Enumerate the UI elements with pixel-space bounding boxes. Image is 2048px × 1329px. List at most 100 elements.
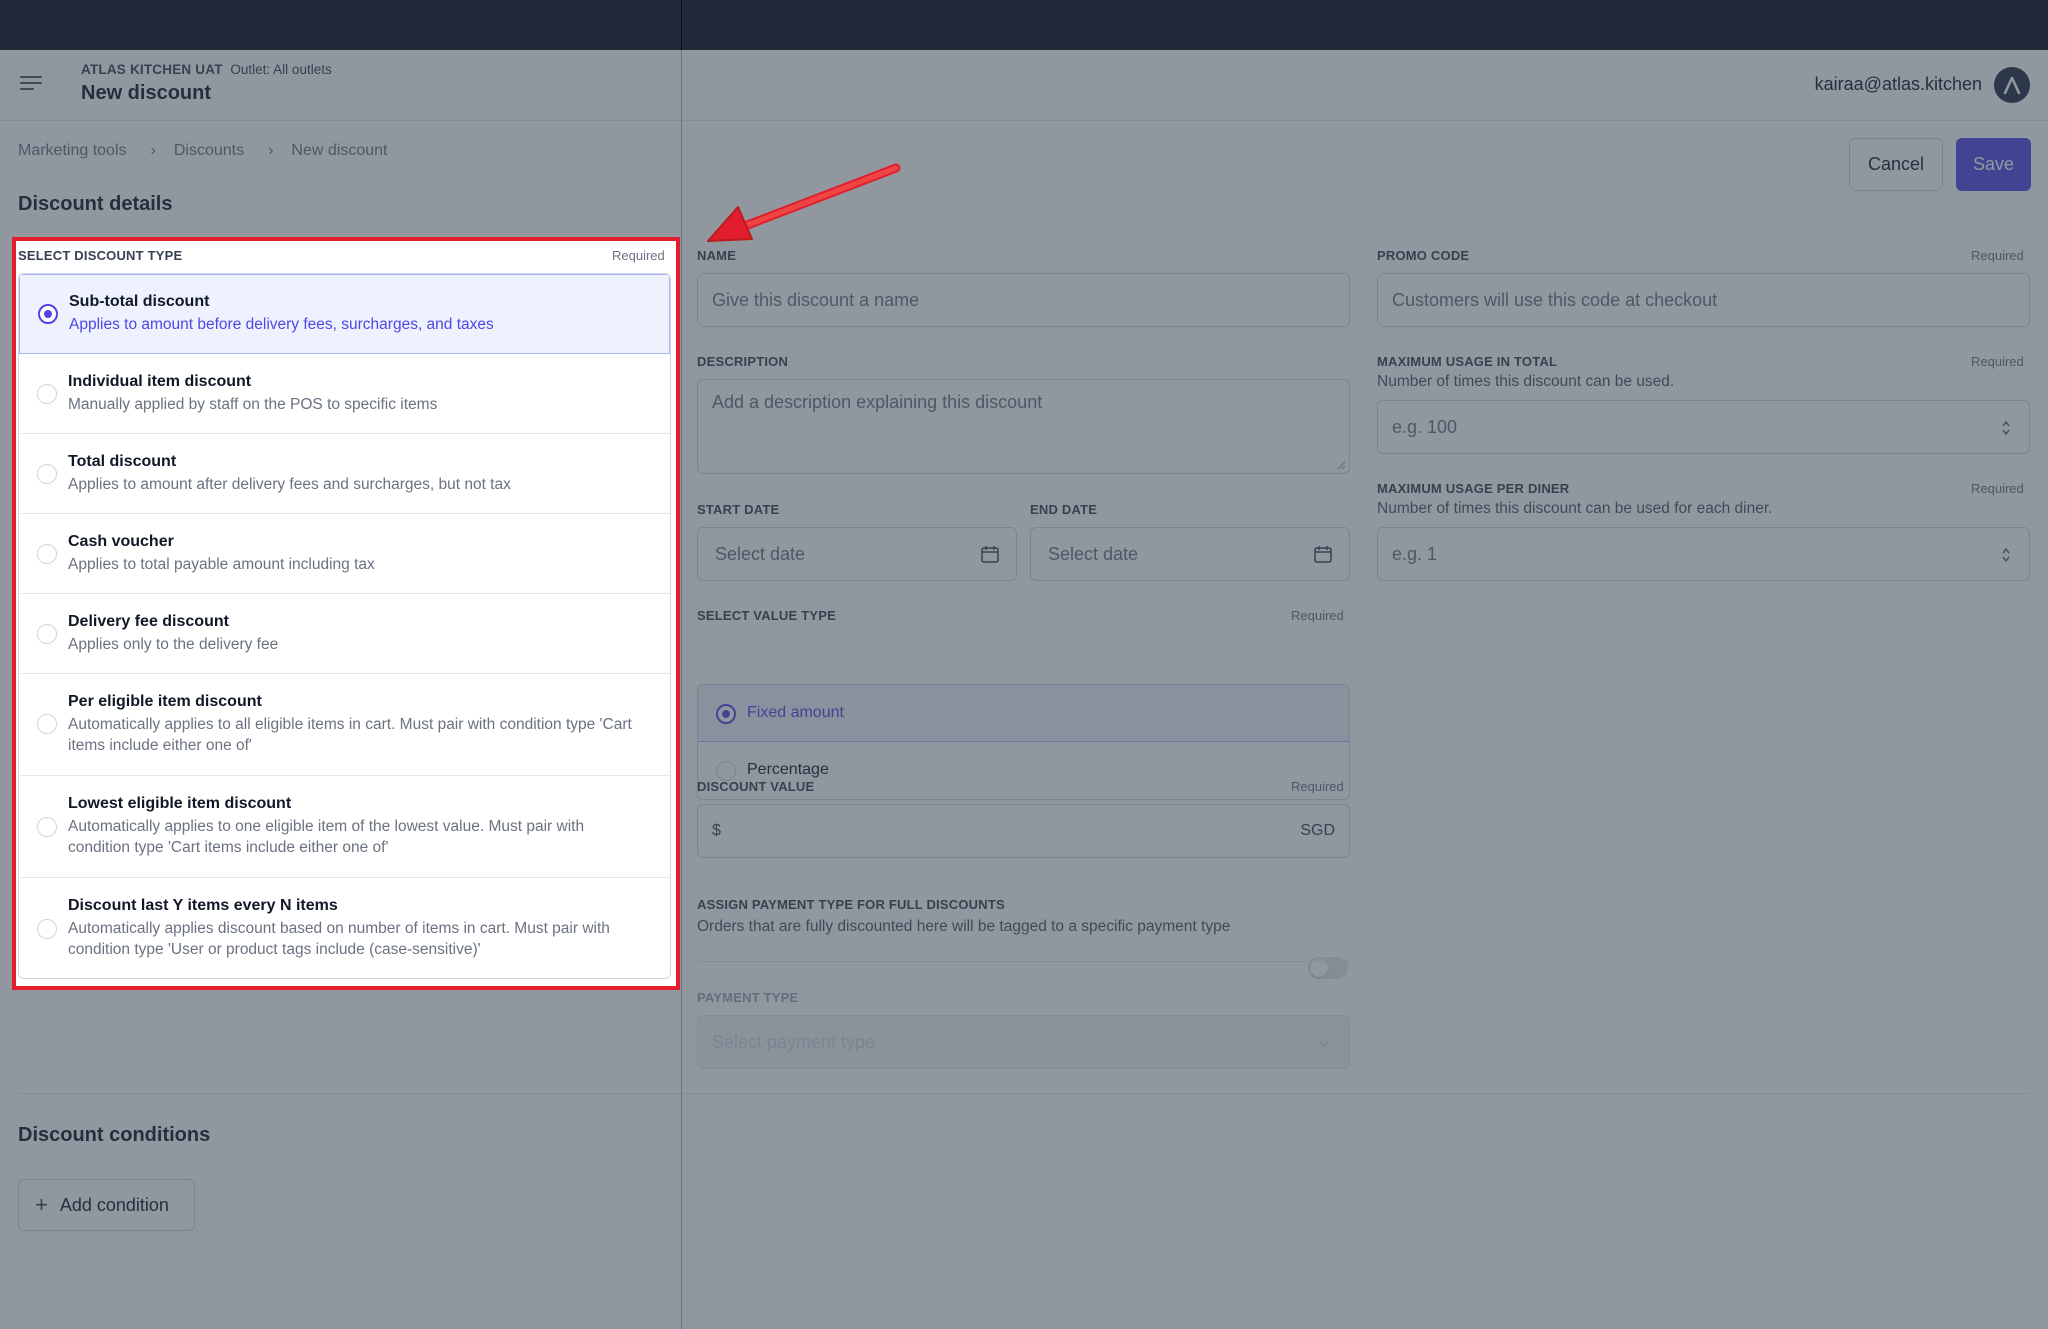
chevron-right-icon: › [150,142,156,159]
max-usage-total-input[interactable]: e.g. 100 [1377,400,2030,454]
end-date-label: END DATE [1030,502,1098,517]
max-usage-diner-label: MAXIMUM USAGE PER DINER [1377,481,1570,496]
end-date-input[interactable]: Select date [1030,527,1350,581]
panel-divider [681,50,682,1329]
discount-type-option-per-eligible[interactable]: Per eligible item discount Automatically… [19,674,670,776]
user-email[interactable]: kairaa@atlas.kitchen [1815,74,1982,95]
discount-type-option-lowest-eligible[interactable]: Lowest eligible item discount Automatica… [19,776,670,878]
radio[interactable] [37,919,57,939]
radio[interactable] [37,714,57,734]
description-textarea[interactable]: Add a description explaining this discou… [697,379,1350,474]
name-input[interactable]: Give this discount a name [697,273,1350,327]
radio[interactable] [37,384,57,404]
radio[interactable] [37,464,57,484]
breadcrumb: Marketing tools › Discounts › New discou… [18,142,387,160]
max-usage-total-placeholder: e.g. 100 [1392,416,1458,437]
radio[interactable] [37,624,57,644]
option-title: Sub-total discount [69,293,210,310]
name-label: NAME [697,248,737,263]
discount-type-option-last-y-every-n[interactable]: Discount last Y items every N items Auto… [19,878,670,978]
discount-value-input[interactable]: $ SGD [697,804,1350,858]
discount-details-title: Discount details [18,193,173,215]
stepper-icon[interactable] [2001,546,2011,564]
breadcrumb-marketing-tools[interactable]: Marketing tools [18,142,127,160]
breadcrumb-current: New discount [291,142,388,159]
save-button[interactable]: Save [1956,138,2031,191]
discount-type-option-individual[interactable]: Individual item discount Manually applie… [19,354,670,434]
discount-type-option-cash-voucher[interactable]: Cash voucher Applies to total payable am… [19,514,670,594]
payment-type-placeholder: Select payment type [712,1031,876,1052]
max-usage-total-required: Required [1971,354,2024,369]
max-usage-diner-input[interactable]: e.g. 1 [1377,527,2030,581]
radio-selected[interactable] [38,304,58,324]
promo-code-label: PROMO CODE [1377,248,1470,263]
start-date-placeholder: Select date [715,543,806,564]
start-date-input[interactable]: Select date [697,527,1017,581]
top-window-strip [0,0,2048,50]
max-usage-total-label: MAXIMUM USAGE IN TOTAL [1377,354,1558,369]
chevron-right-icon: › [268,142,274,159]
atlas-logo-icon [2003,76,2021,95]
promo-code-input[interactable]: Customers will use this code at checkout [1377,273,2030,327]
outlet-label[interactable]: Outlet: All outlets [230,62,331,77]
payment-assign-help: Orders that are fully discounted here wi… [697,918,1231,935]
discount-type-label: SELECT DISCOUNT TYPE [18,248,183,263]
radio[interactable] [37,817,57,837]
option-title: Discount last Y items every N items [68,897,338,914]
start-date-label: START DATE [697,502,780,517]
option-title: Cash voucher [68,533,174,550]
discount-type-list: Sub-total discount Applies to amount bef… [18,273,671,979]
menu-icon[interactable] [20,76,42,94]
option-desc: Applies only to the delivery fee [68,636,279,653]
max-usage-diner-required: Required [1971,481,2024,496]
max-usage-diner-help: Number of times this discount can be use… [1377,500,1773,517]
strip-divider [681,0,682,50]
option-desc: Automatically applies to one eligible it… [68,818,585,856]
calendar-icon[interactable] [1313,544,1333,564]
add-condition-label: Add condition [59,1194,169,1215]
add-condition-button[interactable]: + Add condition [18,1179,195,1231]
discount-type-option-delivery[interactable]: Delivery fee discount Applies only to th… [19,594,670,674]
resize-grip-icon[interactable] [1336,460,1346,470]
app-window: ATLAS KITCHEN UAT Outlet: All outlets Ne… [0,50,2048,1329]
stepper-icon[interactable] [2001,419,2011,437]
value-type-required: Required [1291,608,1344,623]
promo-code-placeholder: Customers will use this code at checkout [1392,289,1718,310]
avatar[interactable] [1994,67,2030,103]
radio[interactable] [716,761,736,781]
section-divider [18,1093,2030,1094]
breadcrumb-discounts[interactable]: Discounts [174,142,244,160]
value-type-label: SELECT VALUE TYPE [697,608,836,623]
discount-value-required: Required [1291,779,1344,794]
option-desc: Applies to total payable amount includin… [68,556,375,573]
plus-icon: + [35,1192,48,1217]
discount-type-option-subtotal[interactable]: Sub-total discount Applies to amount bef… [19,274,670,354]
chevron-down-icon [1318,1040,1330,1048]
value-type-option-label: Percentage [747,761,829,778]
option-title: Total discount [68,453,177,470]
radio-selected[interactable] [716,704,736,724]
option-desc: Manually applied by staff on the POS to … [68,396,438,413]
description-placeholder: Add a description explaining this discou… [712,392,1043,412]
page-title: New discount [81,82,212,104]
payment-assign-label: ASSIGN PAYMENT TYPE FOR FULL DISCOUNTS [697,897,1005,912]
payment-type-label: PAYMENT TYPE [697,990,799,1005]
discount-type-option-total[interactable]: Total discount Applies to amount after d… [19,434,670,514]
org-name: ATLAS KITCHEN UAT [81,62,223,77]
max-usage-total-help: Number of times this discount can be use… [1377,373,1675,390]
divider [697,961,1350,962]
option-desc: Automatically applies to all eligible it… [68,716,632,754]
option-title: Individual item discount [68,373,252,390]
value-type-fixed-amount[interactable]: Fixed amount [698,685,1349,742]
discount-conditions-title: Discount conditions [18,1124,211,1146]
promo-code-required: Required [1971,248,2024,263]
calendar-icon[interactable] [980,544,1000,564]
currency-prefix: $ [712,822,721,839]
option-title: Per eligible item discount [68,693,262,710]
discount-type-required: Required [612,248,665,263]
end-date-placeholder: Select date [1048,543,1139,564]
payment-type-select[interactable]: Select payment type [697,1015,1350,1069]
radio[interactable] [37,544,57,564]
cancel-button[interactable]: Cancel [1849,138,1943,191]
org-line: ATLAS KITCHEN UAT Outlet: All outlets [81,62,332,77]
